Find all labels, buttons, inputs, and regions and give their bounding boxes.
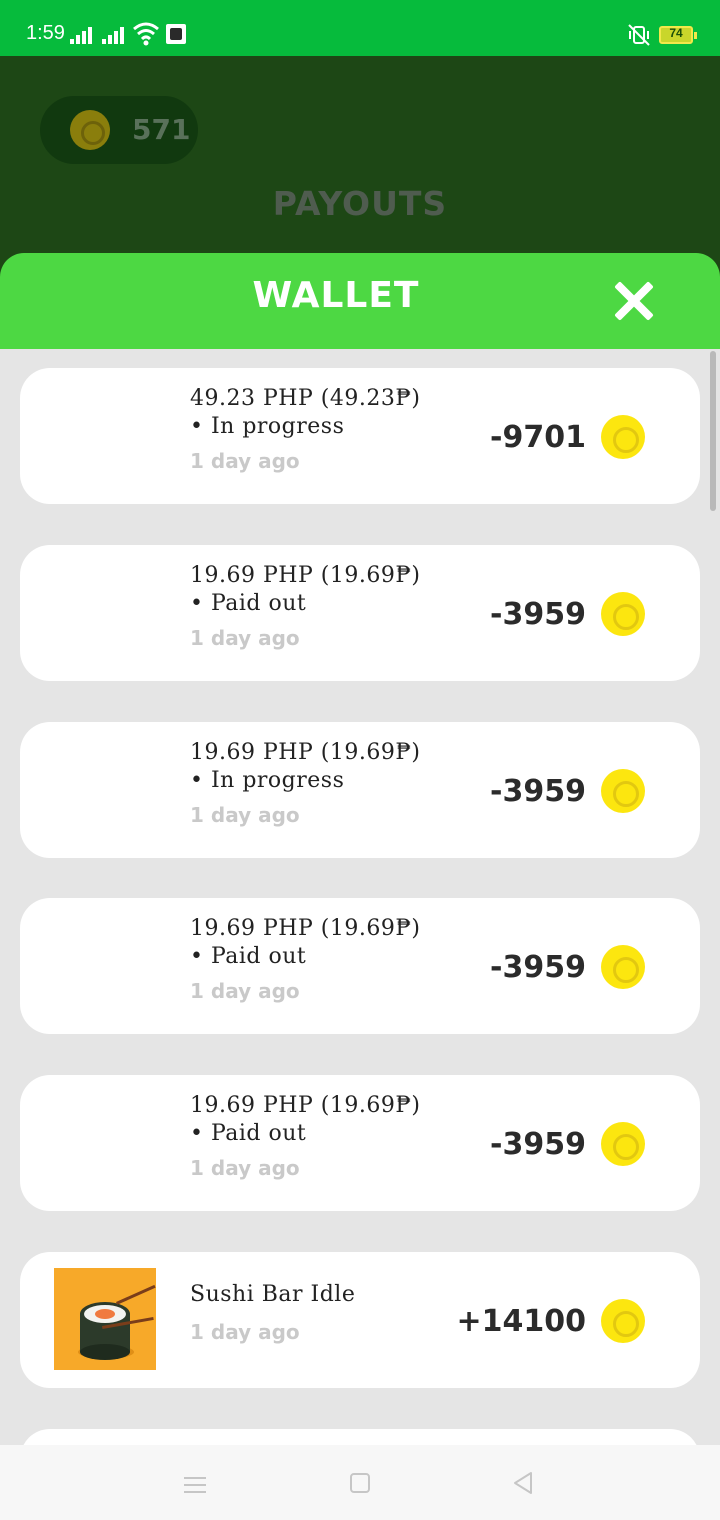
coin-amount: -3959 (490, 597, 586, 632)
status-time: 1:59 (26, 22, 65, 44)
sushi-app-icon (54, 1268, 156, 1370)
list-item[interactable]: 19.69 PHP (19.69₱) • Paid out 1 day ago … (20, 1075, 700, 1211)
list-item[interactable]: 19.69 PHP (19.69₱) • Paid out 1 day ago … (20, 898, 700, 1034)
item-time: 1 day ago (190, 626, 300, 650)
coin-amount: -3959 (490, 950, 586, 985)
app-notification-icon (166, 24, 186, 44)
payout-status: • Paid out (190, 944, 307, 969)
payout-status: • Paid out (190, 591, 307, 616)
background-page: 571 PAYOUTS (0, 56, 720, 286)
coin-icon (601, 1122, 645, 1166)
coin-balance-pill: 571 (40, 96, 198, 164)
coin-amount: +14100 (456, 1304, 586, 1339)
vibrate-mute-icon (626, 22, 652, 48)
status-bar: 1:59 74 (0, 0, 720, 56)
payout-status: • In progress (190, 414, 345, 439)
wallet-list[interactable]: 49.23 PHP (49.23₱) • In progress 1 day a… (0, 349, 720, 1445)
wallet-header: WALLET (0, 253, 720, 349)
payout-amount-php: 19.69 PHP (19.69₱) (190, 1093, 421, 1118)
scrollbar[interactable] (710, 351, 716, 511)
wallet-title: WALLET (252, 275, 420, 316)
list-item[interactable]: 19.69 PHP (19.69₱) • In progress 1 day a… (20, 722, 700, 858)
signal-icon (102, 26, 128, 44)
signal-icon (70, 26, 96, 44)
item-time: 1 day ago (190, 803, 300, 827)
payout-amount-php: 19.69 PHP (19.69₱) (190, 916, 421, 941)
coin-icon (601, 945, 645, 989)
battery-level: 74 (669, 26, 683, 40)
list-item[interactable]: 49.23 PHP (49.23₱) • In progress 1 day a… (20, 368, 700, 504)
coin-icon (601, 592, 645, 636)
back-icon[interactable] (512, 1471, 534, 1495)
coin-icon (601, 415, 645, 459)
battery-icon: 74 (659, 26, 697, 44)
reward-source: Sushi Bar Idle (190, 1282, 356, 1307)
payout-status: • In progress (190, 768, 345, 793)
payout-amount-php: 49.23 PHP (49.23₱) (190, 386, 421, 411)
payout-status: • Paid out (190, 1121, 307, 1146)
coin-amount: -9701 (490, 420, 586, 455)
recent-apps-icon[interactable] (184, 1475, 206, 1493)
home-icon[interactable] (350, 1473, 370, 1493)
payouts-title: PAYOUTS (272, 184, 448, 223)
coin-icon (601, 1299, 645, 1343)
coin-balance: 571 (132, 113, 191, 146)
coin-icon (70, 110, 110, 150)
list-item[interactable]: 19.69 PHP (19.69₱) • Paid out 1 day ago … (20, 545, 700, 681)
item-time: 1 day ago (190, 1320, 300, 1344)
payout-amount-php: 19.69 PHP (19.69₱) (190, 740, 421, 765)
navigation-bar (0, 1445, 720, 1520)
item-time: 1 day ago (190, 449, 300, 473)
item-time: 1 day ago (190, 1156, 300, 1180)
coin-amount: -3959 (490, 774, 586, 809)
list-item[interactable]: Sushi Bar Idle 1 day ago +14100 (20, 1252, 700, 1388)
wifi-icon (132, 20, 160, 46)
close-button[interactable] (612, 279, 656, 323)
item-time: 1 day ago (190, 979, 300, 1003)
coin-icon (601, 769, 645, 813)
coin-amount: -3959 (490, 1127, 586, 1162)
payout-amount-php: 19.69 PHP (19.69₱) (190, 563, 421, 588)
list-item[interactable] (20, 1429, 700, 1445)
